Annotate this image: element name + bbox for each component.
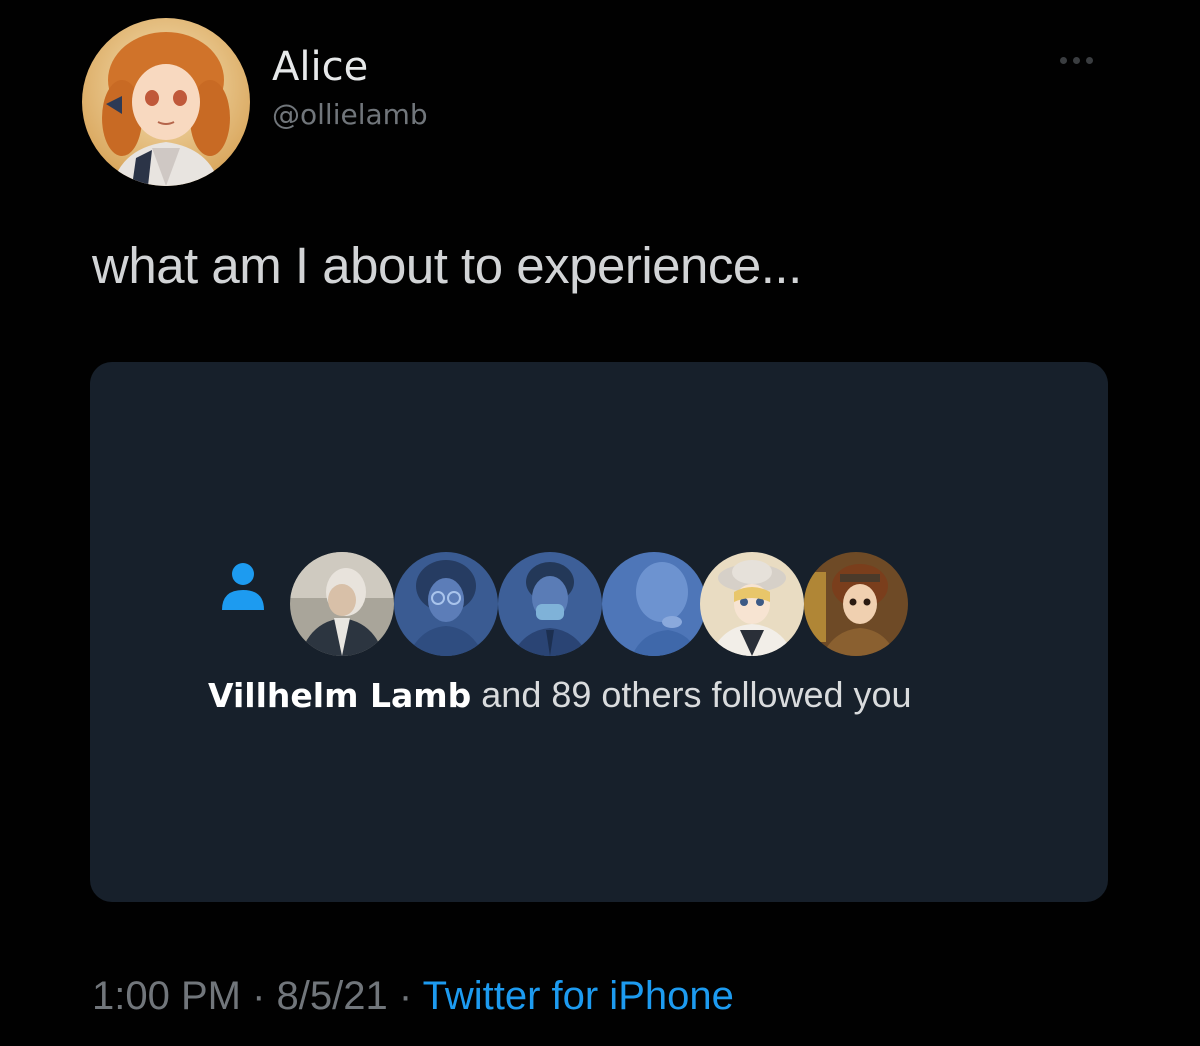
follower-avatar-4[interactable] xyxy=(602,552,706,656)
follower-avatar-5[interactable] xyxy=(700,552,804,656)
tweet-time[interactable]: 1:00 PM xyxy=(92,974,241,1018)
follower-avatar-6[interactable] xyxy=(804,552,908,656)
tweet-screenshot: Alice @ollielamb what am I about to expe… xyxy=(0,0,1200,1046)
media-card[interactable] xyxy=(90,362,1108,902)
more-options-icon[interactable] xyxy=(1060,52,1108,68)
follower-avatar-1[interactable] xyxy=(290,552,394,656)
follow-notification-text: Villhelm Lamb and 89 others followed you xyxy=(208,674,912,716)
meta-separator: · xyxy=(398,974,413,1018)
follower-avatar-3[interactable] xyxy=(498,552,602,656)
tweet-meta: 1:00 PM · 8/5/21 · Twitter for iPhone xyxy=(92,974,734,1019)
tweet-source[interactable]: Twitter for iPhone xyxy=(423,974,734,1018)
meta-separator: · xyxy=(252,974,266,1018)
notification-name[interactable]: Villhelm Lamb xyxy=(208,676,471,715)
notification-rest: and 89 others followed you xyxy=(481,674,912,715)
author-display-name[interactable]: Alice xyxy=(272,44,368,90)
author-avatar[interactable] xyxy=(82,18,250,186)
person-icon xyxy=(220,560,266,612)
tweet-text: what am I about to experience... xyxy=(92,237,802,294)
tweet-date[interactable]: 8/5/21 xyxy=(277,974,388,1018)
author-handle[interactable]: @ollielamb xyxy=(272,98,428,131)
follower-avatar-2[interactable] xyxy=(394,552,498,656)
